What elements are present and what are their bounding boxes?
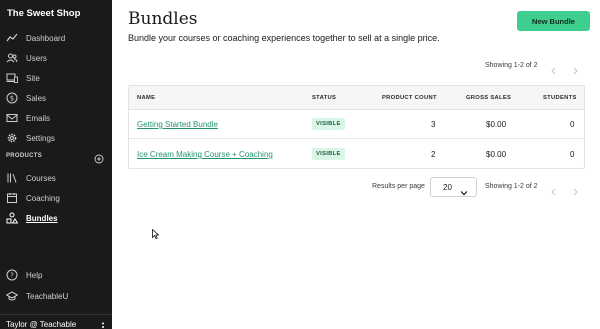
status-badge: VISIBLE (312, 118, 345, 130)
gross-sales: $0.00 (486, 150, 507, 159)
shapes-icon (6, 212, 18, 224)
school-name[interactable]: The Sweet Shop (7, 8, 80, 19)
sidebar-item-coaching[interactable]: Coaching (0, 189, 112, 207)
column-header-product-count[interactable]: PRODUCT COUNT (382, 95, 437, 101)
envelope-icon (6, 112, 18, 124)
results-per-page-label: Results per page (372, 183, 425, 190)
sidebar-item-emails[interactable]: Emails (0, 109, 112, 127)
dollar-icon: $ (6, 92, 18, 104)
chart-line-icon (6, 32, 18, 44)
product-count: 2 (431, 150, 436, 159)
current-user[interactable]: Taylor @ Teachable (6, 320, 76, 329)
sidebar-item-label: Users (26, 53, 47, 63)
pagination-summary-top: Showing 1-2 of 2 (485, 62, 538, 69)
page-title: Bundles (128, 9, 198, 29)
next-page-icon[interactable] (571, 183, 579, 196)
devices-icon (6, 72, 18, 84)
products-section-header: PRODUCTS (6, 153, 43, 159)
sidebar-item-sales[interactable]: $ Sales (0, 89, 112, 107)
sidebar-item-label: Courses (26, 173, 56, 183)
add-product-icon[interactable] (94, 151, 104, 164)
main-content: Bundles Bundle your courses or coaching … (112, 0, 600, 329)
sidebar-item-label: Dashboard (26, 33, 66, 43)
column-header-students[interactable]: STUDENTS (543, 95, 577, 101)
prev-page-icon[interactable] (550, 183, 558, 196)
prev-page-icon[interactable] (550, 62, 558, 75)
sidebar-item-label: Emails (26, 113, 51, 123)
sidebar-item-bundles[interactable]: Bundles (0, 209, 112, 227)
students-count: 0 (570, 120, 575, 129)
status-badge: VISIBLE (312, 148, 345, 160)
more-vertical-icon[interactable] (100, 319, 106, 329)
gross-sales: $0.00 (486, 120, 507, 129)
product-count: 3 (431, 120, 436, 129)
sidebar-item-teachableu[interactable]: TeachableU (0, 287, 112, 305)
sidebar-item-label: Site (26, 73, 40, 83)
sidebar-item-label: Coaching (26, 193, 60, 203)
calendar-icon (6, 192, 18, 204)
sidebar-item-courses[interactable]: Courses (0, 169, 112, 187)
sidebar-footer: Taylor @ Teachable (0, 314, 112, 329)
bundle-name-link[interactable]: Ice Cream Making Course + Coaching (137, 150, 273, 159)
sidebar-item-label: Sales (26, 93, 47, 103)
mouse-pointer-icon (152, 226, 160, 240)
sidebar-item-label: TeachableU (26, 291, 69, 301)
bundle-name-link[interactable]: Getting Started Bundle (137, 120, 218, 129)
column-header-gross-sales[interactable]: GROSS SALES (466, 95, 511, 101)
results-per-page-value: 20 (443, 183, 452, 192)
pagination-summary-bottom: Showing 1-2 of 2 (485, 183, 538, 190)
svg-text:$: $ (10, 95, 14, 103)
table-header: NAME STATUS PRODUCT COUNT GROSS SALES ST… (129, 86, 584, 110)
sidebar-item-label: Help (26, 270, 43, 280)
table-row: Ice Cream Making Course + Coaching VISIB… (129, 140, 584, 169)
sidebar-item-users[interactable]: Users (0, 49, 112, 67)
page-subtitle: Bundle your courses or coaching experien… (128, 33, 440, 43)
books-icon (6, 172, 18, 184)
next-page-icon[interactable] (571, 62, 579, 75)
graduation-cap-icon (6, 290, 18, 302)
sidebar: The Sweet Shop Dashboard Users Site $ Sa… (0, 0, 112, 329)
bundles-table: NAME STATUS PRODUCT COUNT GROSS SALES ST… (128, 85, 585, 169)
svg-text:?: ? (10, 272, 14, 280)
question-icon: ? (6, 269, 18, 281)
sidebar-item-site[interactable]: Site (0, 69, 112, 87)
column-header-status[interactable]: STATUS (312, 95, 336, 101)
students-count: 0 (570, 150, 575, 159)
new-bundle-button[interactable]: New Bundle (517, 11, 590, 31)
sidebar-item-label: Bundles (26, 213, 58, 223)
table-row: Getting Started Bundle VISIBLE 3 $0.00 0 (129, 110, 584, 139)
chevron-down-icon (460, 184, 468, 196)
users-icon (6, 52, 18, 64)
gear-icon (6, 132, 18, 144)
sidebar-item-dashboard[interactable]: Dashboard (0, 29, 112, 47)
results-per-page-select[interactable]: 20 (430, 177, 477, 197)
column-header-name[interactable]: NAME (137, 95, 155, 101)
sidebar-item-help[interactable]: ? Help (0, 266, 112, 284)
sidebar-item-settings[interactable]: Settings (0, 129, 112, 147)
sidebar-item-label: Settings (26, 133, 55, 143)
